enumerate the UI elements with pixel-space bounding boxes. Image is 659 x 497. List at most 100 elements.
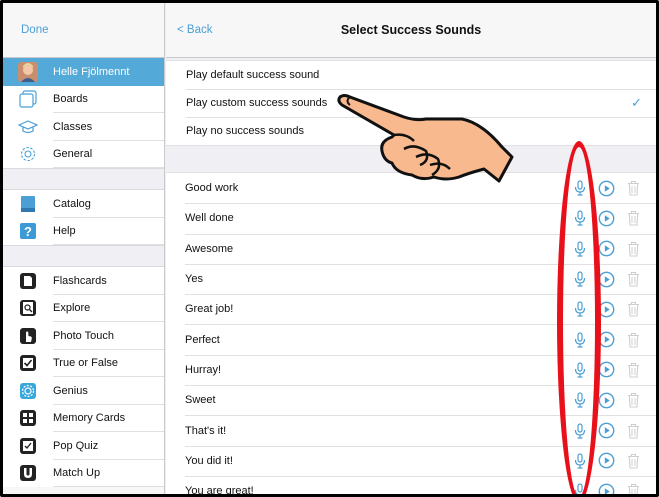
sidebar-list: Helle Fjölmennt Boards Classes General C… xyxy=(3,58,164,487)
sound-mode-options: Play default success sound Play custom s… xyxy=(166,60,656,146)
trash-icon[interactable] xyxy=(625,301,642,318)
svg-text:?: ? xyxy=(24,224,32,239)
sound-actions xyxy=(571,446,642,476)
microphone-icon[interactable] xyxy=(571,392,588,409)
play-icon[interactable] xyxy=(598,392,615,409)
sidebar-item-label: Helle Fjölmennt xyxy=(53,65,130,78)
microphone-icon[interactable] xyxy=(571,483,588,494)
sound-actions xyxy=(571,324,642,354)
sidebar-item-classes[interactable]: Classes xyxy=(3,113,164,141)
help-icon: ? xyxy=(17,222,39,240)
play-icon[interactable] xyxy=(598,271,615,288)
trash-icon[interactable] xyxy=(625,483,642,494)
sound-actions xyxy=(571,264,642,294)
trash-icon[interactable] xyxy=(625,210,642,227)
sidebar-item-label: Flashcards xyxy=(53,274,107,287)
sidebar-item-label: Pop Quiz xyxy=(53,439,99,452)
trash-icon[interactable] xyxy=(625,392,642,409)
sound-row[interactable]: Well done xyxy=(166,203,656,233)
option-custom-sounds[interactable]: Play custom success sounds ✓ xyxy=(166,89,656,117)
microphone-icon[interactable] xyxy=(571,422,588,439)
microphone-icon[interactable] xyxy=(571,271,588,288)
sidebar: Done Helle Fjölmennt Boards Classes Gene… xyxy=(3,3,165,494)
sidebar-item-user[interactable]: Helle Fjölmennt xyxy=(3,58,164,86)
sidebar-item-flashcards[interactable]: Flashcards xyxy=(3,267,164,295)
option-label: Play no success sounds xyxy=(186,125,305,137)
sound-actions xyxy=(571,234,642,264)
sidebar-item-photo-touch[interactable]: Photo Touch xyxy=(3,322,164,350)
trash-icon[interactable] xyxy=(625,331,642,348)
sound-row[interactable]: That's it! xyxy=(166,415,656,445)
sound-row[interactable]: Awesome xyxy=(166,233,656,264)
checkmark-icon: ✓ xyxy=(631,95,642,110)
sidebar-item-boards[interactable]: Boards xyxy=(3,85,164,113)
trash-icon[interactable] xyxy=(625,271,642,288)
play-icon[interactable] xyxy=(598,331,615,348)
sound-actions xyxy=(571,355,642,385)
sound-row[interactable]: Sweet xyxy=(166,385,656,415)
back-button[interactable]: < Back xyxy=(177,24,212,36)
play-icon[interactable] xyxy=(598,452,615,469)
app-window: Done Helle Fjölmennt Boards Classes Gene… xyxy=(0,0,659,497)
microphone-icon[interactable] xyxy=(571,240,588,257)
sidebar-item-catalog[interactable]: Catalog xyxy=(3,190,164,218)
memory-cards-icon xyxy=(17,409,39,427)
match-up-icon xyxy=(17,464,39,482)
sidebar-header: Done xyxy=(3,3,164,58)
sound-row[interactable]: Hurray! xyxy=(166,354,656,385)
sound-row[interactable]: You are great! xyxy=(166,475,656,494)
gear-icon xyxy=(17,145,39,163)
sidebar-item-label: Help xyxy=(53,225,76,238)
sidebar-item-genius[interactable]: Genius xyxy=(3,377,164,405)
sidebar-item-explore[interactable]: Explore xyxy=(3,294,164,322)
option-default-sound[interactable]: Play default success sound xyxy=(166,61,656,89)
sound-label: That's it! xyxy=(185,424,227,437)
play-icon[interactable] xyxy=(598,240,615,257)
microphone-icon[interactable] xyxy=(571,301,588,318)
done-button[interactable]: Done xyxy=(21,24,49,36)
flashcards-icon xyxy=(17,272,39,290)
trash-icon[interactable] xyxy=(625,361,642,378)
play-icon[interactable] xyxy=(598,422,615,439)
catalog-icon xyxy=(17,195,39,213)
sound-label: Perfect xyxy=(185,333,220,346)
trash-icon[interactable] xyxy=(625,240,642,257)
true-false-icon xyxy=(17,354,39,372)
play-icon[interactable] xyxy=(598,180,615,197)
sidebar-item-general[interactable]: General xyxy=(3,140,164,168)
sound-label: Hurray! xyxy=(185,363,222,376)
play-icon[interactable] xyxy=(598,301,615,318)
play-icon[interactable] xyxy=(598,361,615,378)
sidebar-item-help[interactable]: ? Help xyxy=(3,217,164,245)
sound-row[interactable]: Perfect xyxy=(166,324,656,354)
sidebar-item-pop-quiz[interactable]: Pop Quiz xyxy=(3,432,164,460)
microphone-icon[interactable] xyxy=(571,210,588,227)
sound-actions xyxy=(571,203,642,233)
sound-row[interactable]: Yes xyxy=(166,263,656,294)
microphone-icon[interactable] xyxy=(571,452,588,469)
sound-row[interactable]: You did it! xyxy=(166,445,656,476)
sidebar-item-memory-cards[interactable]: Memory Cards xyxy=(3,404,164,432)
option-label: Play default success sound xyxy=(186,69,320,81)
sidebar-item-match-up[interactable]: Match Up xyxy=(3,459,164,487)
trash-icon[interactable] xyxy=(625,180,642,197)
microphone-icon[interactable] xyxy=(571,331,588,348)
classes-icon xyxy=(17,118,39,136)
boards-icon xyxy=(17,90,39,108)
play-icon[interactable] xyxy=(598,210,615,227)
sidebar-item-label: Classes xyxy=(53,120,93,133)
microphone-icon[interactable] xyxy=(571,361,588,378)
sidebar-item-true-or-false[interactable]: True or False xyxy=(3,349,164,377)
page-title: Select Success Sounds xyxy=(340,23,482,37)
play-icon[interactable] xyxy=(598,483,615,494)
sound-label: Sweet xyxy=(185,394,216,407)
trash-icon[interactable] xyxy=(625,452,642,469)
explore-icon xyxy=(17,299,39,317)
option-no-sounds[interactable]: Play no success sounds xyxy=(166,117,656,145)
sound-actions xyxy=(571,385,642,415)
sound-row[interactable]: Great job! xyxy=(166,294,656,324)
sound-row[interactable]: Good work xyxy=(166,173,656,203)
trash-icon[interactable] xyxy=(625,422,642,439)
sound-label: Great job! xyxy=(185,303,234,316)
microphone-icon[interactable] xyxy=(571,180,588,197)
